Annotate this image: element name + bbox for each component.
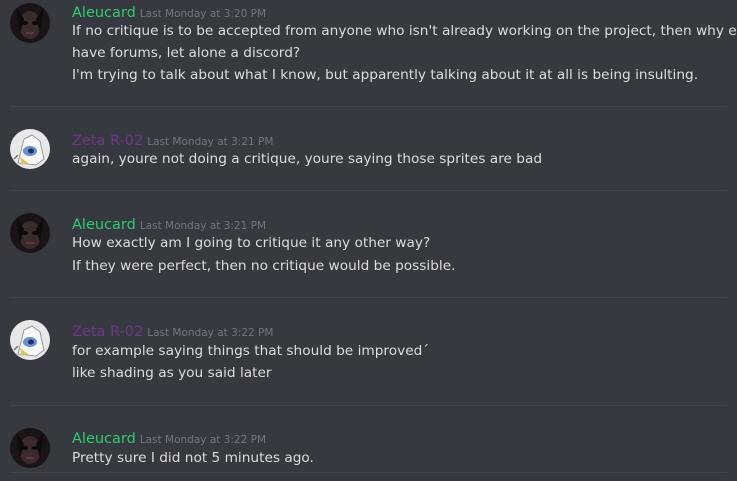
message-timestamp[interactable]: Last Monday at 3:21 PM: [140, 220, 266, 232]
dark-figure-avatar-icon: [10, 213, 50, 253]
message-text-line: have forums, let alone a discord?: [72, 45, 301, 61]
message-text-line: like shading as you said later: [72, 365, 272, 381]
message-timestamp[interactable]: Last Monday at 3:20 PM: [140, 8, 266, 20]
white-robot-avatar-icon: [10, 320, 50, 360]
avatar[interactable]: [10, 3, 50, 43]
author-name[interactable]: Zeta R-02: [72, 324, 143, 340]
message-header: Zeta R-02 Last Monday at 3:22 PM: [72, 321, 273, 340]
author-name[interactable]: Zeta R-02: [72, 133, 143, 149]
message-text-line: If they were perfect, then no critique w…: [72, 258, 456, 274]
avatar[interactable]: [10, 428, 50, 468]
message-divider: [10, 106, 727, 107]
message-divider: [10, 297, 727, 298]
message-text-line: Pretty sure I did not 5 minutes ago.: [72, 450, 314, 466]
message-timestamp[interactable]: Last Monday at 3:22 PM: [140, 434, 266, 446]
message-text-line: If no critique is to be accepted from an…: [72, 23, 737, 39]
message-timestamp[interactable]: Last Monday at 3:21 PM: [147, 136, 273, 148]
message-text-line: again, youre not doing a critique, youre…: [72, 151, 543, 167]
message-text-line: I'm trying to talk about what I know, bu…: [72, 67, 699, 83]
dark-figure-avatar-icon: [10, 428, 50, 468]
message-header: Zeta R-02 Last Monday at 3:21 PM: [72, 130, 273, 149]
message-text-line: for example saying things that should be…: [72, 343, 430, 359]
chat-message-list[interactable]: Aleucard Last Monday at 3:20 PM If no cri…: [0, 0, 737, 481]
white-robot-avatar-icon: [10, 129, 50, 169]
avatar[interactable]: [10, 213, 50, 253]
message-header: Aleucard Last Monday at 3:22 PM: [72, 428, 266, 447]
author-name[interactable]: Aleucard: [72, 431, 136, 447]
message-header: Aleucard Last Monday at 3:21 PM: [72, 214, 266, 233]
message-divider: [10, 472, 727, 473]
avatar[interactable]: [10, 129, 50, 169]
message-text-line: How exactly am I going to critique it an…: [72, 235, 431, 251]
author-name[interactable]: Aleucard: [72, 217, 136, 233]
message-divider: [10, 190, 727, 191]
avatar[interactable]: [10, 320, 50, 360]
message-header: Aleucard Last Monday at 3:20 PM: [72, 2, 266, 21]
dark-figure-avatar-icon: [10, 3, 50, 43]
author-name[interactable]: Aleucard: [72, 5, 136, 21]
message-timestamp[interactable]: Last Monday at 3:22 PM: [147, 327, 273, 339]
message-divider: [10, 405, 727, 406]
